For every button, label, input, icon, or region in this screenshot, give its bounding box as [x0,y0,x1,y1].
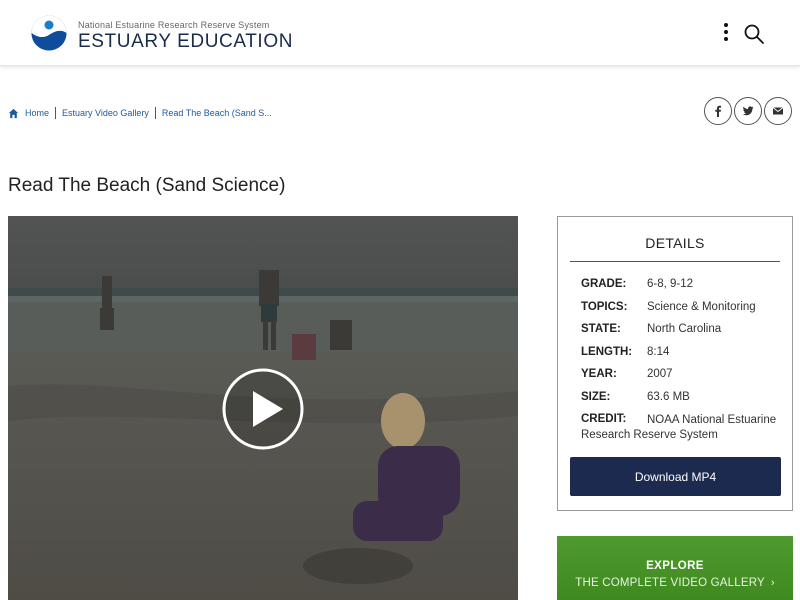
search-icon[interactable] [743,23,765,45]
detail-value: Science & Monitoring [647,301,756,313]
breadcrumb: Home Estuary Video Gallery Read The Beac… [8,106,272,120]
explore-subtitle: THE COMPLETE VIDEO GALLERY › [557,577,793,589]
twitter-share-button[interactable] [734,97,762,125]
detail-value: 8:14 [647,346,670,358]
details-panel: DETAILS GRADE: 6-8, 9-12 TOPICS: Science… [557,216,793,511]
detail-value: 6-8, 9-12 [647,278,694,290]
detail-value: 63.6 MB [647,391,690,403]
detail-value: North Carolina [647,323,722,335]
site-title[interactable]: ESTUARY EDUCATION [78,31,293,53]
org-name: National Estuarine Research Reserve Syst… [78,20,270,30]
breadcrumb-current-page[interactable]: Read The Beach (Sand S... [162,108,272,118]
chevron-right-icon: › [770,577,775,589]
detail-label: LENGTH: [581,346,633,358]
explore-subtitle-text: THE COMPLETE VIDEO GALLERY [575,577,765,589]
video-player[interactable] [8,216,518,600]
download-mp4-button[interactable]: Download MP4 [570,457,781,496]
noaa-logo[interactable] [31,15,67,51]
twitter-icon [742,106,754,116]
email-icon [772,107,784,115]
breadcrumb-video-gallery[interactable]: Estuary Video Gallery [62,108,149,118]
breadcrumb-divider [55,107,57,119]
credit-value: NOAA National Estuarine Research Reserve… [581,414,777,441]
detail-value: 2007 [647,368,673,380]
site-header: National Estuarine Research Reserve Syst… [0,0,800,66]
home-icon[interactable] [8,108,19,119]
breadcrumb-home[interactable]: Home [25,108,49,118]
detail-label: TOPICS: [581,301,628,313]
detail-label: STATE: [581,323,621,335]
breadcrumb-divider [154,107,156,119]
facebook-icon [715,105,722,117]
vertical-ellipsis-icon[interactable] [720,23,732,45]
facebook-share-button[interactable] [704,97,732,125]
detail-label: YEAR: [581,368,617,380]
page-title: Read The Beach (Sand Science) [8,175,286,196]
play-icon[interactable] [221,367,305,451]
email-share-button[interactable] [764,97,792,125]
explore-video-gallery-banner[interactable]: EXPLORE THE COMPLETE VIDEO GALLERY › [557,536,793,600]
details-heading: DETAILS [570,235,780,262]
detail-label: GRADE: [581,278,627,290]
detail-label: SIZE: [581,391,611,403]
explore-title: EXPLORE [646,560,704,572]
